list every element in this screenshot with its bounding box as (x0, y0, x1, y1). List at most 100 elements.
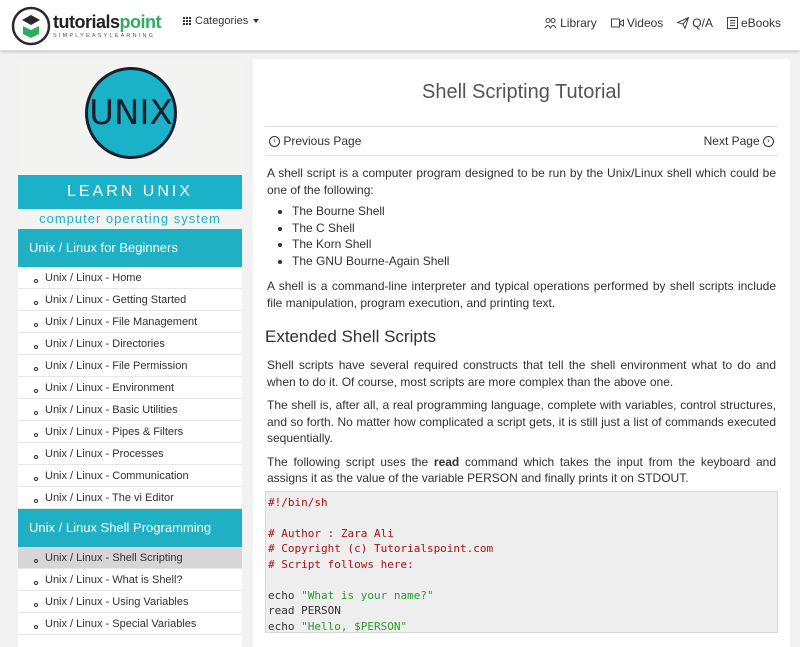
chevron-left-icon: ‹ (269, 135, 280, 147)
unix-logo: UNIX (85, 67, 177, 159)
sidebar-item-label: Unix / Linux - File Permission (45, 360, 188, 372)
book-icon (726, 17, 738, 29)
page-navigation: ‹ Previous Page Next Page › (265, 126, 778, 156)
bullet-icon (34, 559, 38, 563)
previous-page-link[interactable]: ‹ Previous Page (269, 134, 361, 148)
sidebar-item-special-variables[interactable]: Unix / Linux - Special Variables (18, 613, 242, 635)
caret-down-icon (253, 19, 260, 23)
library-icon (544, 18, 557, 29)
list-item: The Korn Shell (292, 236, 778, 253)
text-segment: The following script uses the (267, 454, 434, 469)
nav-videos[interactable]: Videos (610, 16, 664, 30)
send-icon (677, 17, 690, 29)
intro-paragraph: A shell script is a computer program des… (267, 166, 776, 197)
nav-library[interactable]: Library (544, 16, 597, 30)
code-block: #!/bin/sh # Author : Zara Ali # Copyrigh… (265, 490, 778, 635)
sidebar-item-label: Unix / Linux - Communication (45, 470, 189, 482)
sidebar-item-directories[interactable]: Unix / Linux - Directories (18, 333, 242, 355)
sidebar-item-shell-scripting[interactable]: Unix / Linux - Shell Scripting (18, 547, 242, 569)
logo-text-dark: tutorials (53, 12, 120, 32)
bullet-icon (34, 301, 38, 305)
next-page-label: Next Page (703, 134, 760, 148)
learn-unix-band: LEARN UNIX (18, 175, 242, 209)
section-heading: Extended Shell Scripts (265, 327, 437, 346)
logo-tagline: SIMPLYEASYLEARNING (53, 33, 156, 39)
sidebar-item-processes[interactable]: Unix / Linux - Processes (18, 443, 242, 465)
video-icon (610, 18, 624, 28)
sidebar-item-environment[interactable]: Unix / Linux - Environment (18, 377, 242, 399)
top-header: tutorialspoint SIMPLYEASYLEARNING Catego… (0, 0, 800, 51)
code-keyword: echo (268, 619, 302, 633)
sidebar-item-label: Unix / Linux - Using Variables (45, 596, 189, 608)
sidebar-item-label: Unix / Linux - Getting Started (45, 294, 187, 306)
bullet-icon (34, 389, 38, 393)
sidebar-item-label: Unix / Linux - The vi Editor (45, 492, 174, 504)
bullet-icon (34, 625, 38, 629)
sidebar: UNIX LEARN UNIX computer operating syste… (18, 59, 242, 647)
sidebar-item-communication[interactable]: Unix / Linux - Communication (18, 465, 242, 487)
logo-icon (11, 6, 51, 46)
categories-label: Categories (195, 15, 249, 27)
nav-qa[interactable]: Q/A (677, 16, 713, 30)
nav-library-label: Library (560, 16, 597, 30)
unix-banner: UNIX (18, 59, 242, 175)
bullet-icon (34, 323, 38, 327)
sidebar-item-basic-utilities[interactable]: Unix / Linux - Basic Utilities (18, 399, 242, 421)
bold-read-keyword: read (433, 454, 460, 469)
bullet-icon (34, 367, 38, 371)
sidebar-item-label: Unix / Linux - Pipes & Filters (45, 426, 184, 438)
code-line: # Author : Zara Ali (268, 526, 394, 540)
nav-qa-label: Q/A (692, 16, 713, 30)
next-page-link[interactable]: Next Page › (704, 134, 774, 148)
code-line: # Copyright (c) Tutorialspoint.com (268, 542, 494, 555)
categories-dropdown[interactable]: Categories (183, 15, 260, 27)
sidebar-item-label: Unix / Linux - Special Variables (45, 618, 197, 630)
sidebar-item-file-management[interactable]: Unix / Linux - File Management (18, 311, 242, 333)
code-keyword: echo (268, 588, 302, 602)
bullet-icon (34, 455, 38, 459)
sidebar-item-label: Unix / Linux - File Management (45, 316, 198, 328)
chevron-right-icon: › (763, 135, 774, 147)
bullet-icon (34, 581, 38, 585)
sidebar-item-vi-editor[interactable]: Unix / Linux - The vi Editor (18, 487, 242, 509)
previous-page-label: Previous Page (283, 134, 362, 148)
shell-list: The Bourne Shell The C Shell The Korn Sh… (292, 203, 778, 269)
grid-icon (183, 17, 191, 25)
code-line: #!/bin/sh (268, 495, 328, 509)
sidebar-item-label: Unix / Linux - What is Shell? (45, 574, 183, 586)
logo-text-green: point (119, 12, 162, 32)
list-item: The GNU Bourne-Again Shell (292, 253, 778, 270)
sidebar-item-getting-started[interactable]: Unix / Linux - Getting Started (18, 289, 242, 311)
paragraph-language: The shell is, after all, a real programm… (267, 398, 776, 445)
sidebar-item-label: Unix / Linux - Processes (45, 448, 164, 460)
section-shell-programming-title: Unix / Linux Shell Programming (18, 509, 242, 547)
sidebar-item-what-is-shell[interactable]: Unix / Linux - What is Shell? (18, 569, 242, 591)
code-line: echo "Hello, $PERSON" (268, 619, 775, 635)
list-item: The Bourne Shell (292, 203, 778, 220)
sidebar-item-pipes-filters[interactable]: Unix / Linux - Pipes & Filters (18, 421, 242, 443)
sidebar-item-using-variables[interactable]: Unix / Linux - Using Variables (18, 591, 242, 613)
top-nav: Library Videos Q/A eBooks (544, 16, 781, 30)
nav-ebooks[interactable]: eBooks (726, 16, 781, 30)
section-beginners-title: Unix / Linux for Beginners (18, 229, 242, 267)
sidebar-item-file-permission[interactable]: Unix / Linux - File Permission (18, 355, 242, 377)
nav-videos-label: Videos (626, 16, 664, 30)
paragraph-constructs: Shell scripts have several required cons… (267, 358, 776, 389)
bullet-icon (34, 411, 38, 415)
bullet-icon (34, 603, 38, 607)
sidebar-item-home[interactable]: Unix / Linux - Home (18, 267, 242, 289)
code-line: read PERSON (268, 604, 341, 617)
code-string: "What is your name?" (301, 588, 434, 602)
code-line: echo "What is your name?" (268, 588, 775, 604)
paragraph-read-command: The following script uses the read comma… (265, 454, 778, 487)
sidebar-item-label: Unix / Linux - Directories (45, 338, 165, 350)
bullet-icon (34, 433, 38, 437)
code-line: # Script follows here: (268, 557, 414, 571)
bullet-icon (34, 477, 38, 481)
sidebar-item-label: Unix / Linux - Basic Utilities (45, 404, 178, 416)
nav-ebooks-label: eBooks (740, 16, 781, 30)
site-logo[interactable]: tutorialspoint SIMPLYEASYLEARNING (11, 5, 171, 47)
unix-logo-text: UNIX (89, 93, 173, 133)
